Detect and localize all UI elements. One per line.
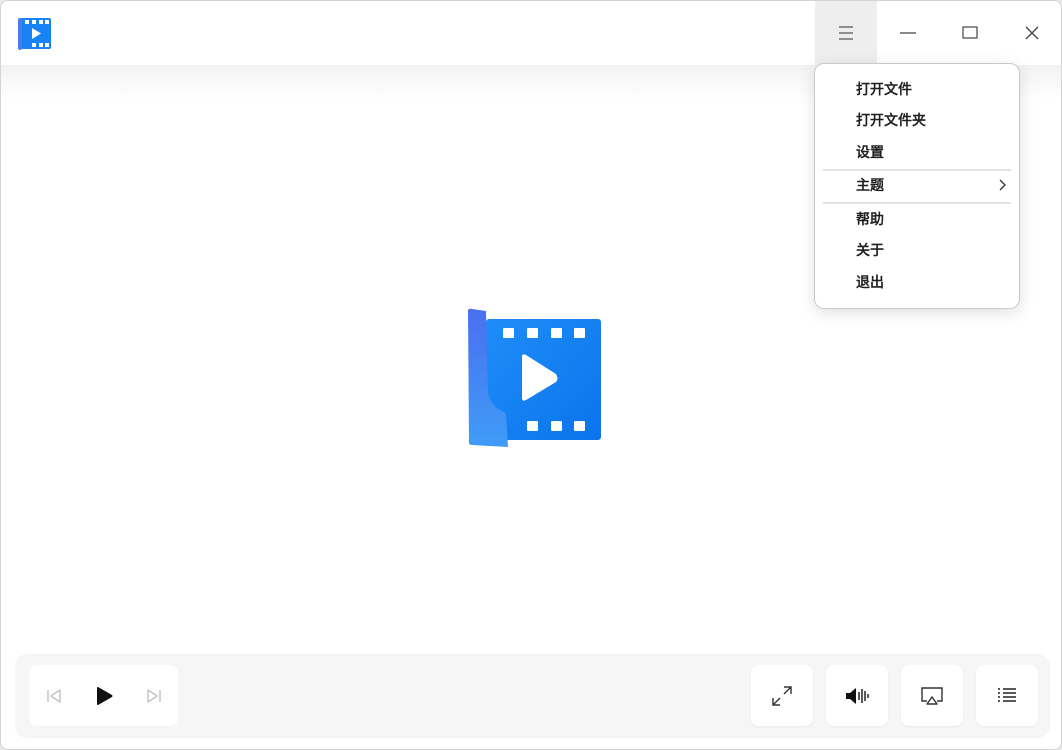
player-window: 打开文件 打开文件夹 设置 主题 帮助 关于 退出: [0, 0, 1062, 750]
close-icon: [1025, 26, 1039, 40]
menu-item-label: 关于: [856, 243, 884, 259]
center-player-logo-icon: [468, 308, 601, 447]
playback-controls: [29, 665, 178, 726]
menu-item-label: 设置: [856, 145, 884, 161]
playlist-button[interactable]: [976, 665, 1038, 726]
chevron-right-icon: [999, 179, 1006, 191]
menu-item-settings[interactable]: 设置: [823, 137, 1011, 167]
maximize-icon: [962, 26, 978, 39]
app-logo-icon: [18, 18, 51, 50]
fullscreen-button[interactable]: [751, 665, 813, 726]
close-button[interactable]: [1001, 1, 1061, 65]
screencast-button[interactable]: [901, 665, 963, 726]
maximize-button[interactable]: [939, 1, 1001, 65]
play-icon: [97, 686, 113, 705]
screencast-icon: [921, 686, 943, 705]
main-menu-button[interactable]: [815, 1, 877, 65]
minimize-icon: [900, 32, 916, 34]
menu-item-label: 主题: [856, 178, 884, 194]
previous-icon: [47, 688, 61, 703]
previous-button[interactable]: [29, 665, 79, 726]
bottom-control-bar: [15, 654, 1050, 738]
menu-item-theme[interactable]: 主题: [823, 170, 1011, 200]
menu-item-label: 打开文件夹: [856, 113, 926, 129]
titlebar: [1, 1, 1061, 65]
menu-item-open-folder[interactable]: 打开文件夹: [823, 105, 1011, 135]
next-icon: [147, 688, 161, 703]
menu-item-label: 打开文件: [856, 82, 912, 98]
next-button[interactable]: [129, 665, 179, 726]
play-button[interactable]: [79, 665, 129, 726]
menu-item-label: 帮助: [856, 212, 884, 228]
fullscreen-icon: [772, 685, 792, 706]
volume-icon: [846, 687, 869, 704]
menu-item-open-file[interactable]: 打开文件: [823, 74, 1011, 104]
playlist-icon: [998, 687, 1016, 702]
menu-icon: [839, 26, 853, 40]
menu-item-about[interactable]: 关于: [823, 235, 1011, 265]
minimize-button[interactable]: [877, 1, 939, 65]
main-dropdown-menu: 打开文件 打开文件夹 设置 主题 帮助 关于 退出: [814, 63, 1020, 309]
menu-item-exit[interactable]: 退出: [823, 267, 1011, 297]
volume-button[interactable]: [826, 665, 888, 726]
menu-item-label: 退出: [856, 275, 884, 291]
menu-item-help[interactable]: 帮助: [823, 204, 1011, 234]
